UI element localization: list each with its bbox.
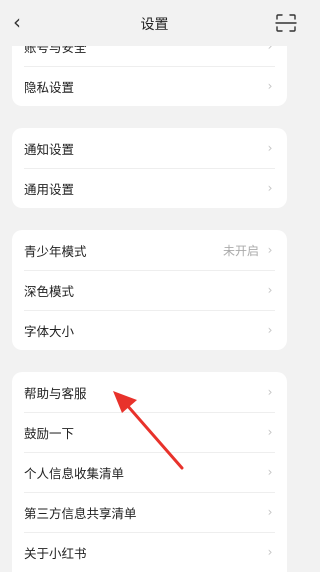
settings-item-label: 个人信息收集清单 (24, 465, 125, 481)
settings-item-value: 未开启 (222, 243, 259, 258)
settings-item-personal-info-list[interactable]: 个人信息收集清单 › (12, 452, 287, 492)
settings-item-privacy[interactable]: 隐私设置 › (12, 66, 287, 106)
settings-item-label: 隐私设置 (24, 79, 75, 95)
scan-icon[interactable] (275, 13, 297, 33)
settings-item-label: 通用设置 (24, 181, 75, 197)
chevron-right-icon: › (267, 79, 273, 93)
settings-item-dark-mode[interactable]: 深色模式 › (12, 270, 287, 310)
settings-item-label: 关于小红书 (24, 545, 87, 561)
chevron-right-icon: › (267, 385, 273, 399)
chevron-right-icon: › (267, 243, 273, 257)
settings-item-about[interactable]: 关于小红书 › (12, 532, 287, 572)
chevron-right-icon: › (267, 425, 273, 439)
settings-item-help[interactable]: 帮助与客服 › (12, 372, 287, 412)
chevron-right-icon: › (267, 545, 273, 559)
settings-group-support: 帮助与客服 › 鼓励一下 › 个人信息收集清单 › 第三方信息共享清单 › 关于… (12, 372, 287, 572)
settings-group-display: 青少年模式 未开启 › 深色模式 › 字体大小 › (12, 230, 287, 350)
settings-item-label: 第三方信息共享清单 (24, 505, 137, 521)
settings-item-label: 通知设置 (24, 141, 75, 157)
chevron-right-icon: › (267, 141, 273, 155)
settings-item-label: 帮助与客服 (24, 385, 87, 401)
settings-item-general[interactable]: 通用设置 › (12, 168, 287, 208)
chevron-right-icon: › (267, 323, 273, 337)
settings-item-third-party-list[interactable]: 第三方信息共享清单 › (12, 492, 287, 532)
chevron-right-icon: › (267, 181, 273, 195)
settings-item-notifications[interactable]: 通知设置 › (12, 128, 287, 168)
settings-item-font-size[interactable]: 字体大小 › (12, 310, 287, 350)
chevron-right-icon: › (267, 505, 273, 519)
settings-item-label: 字体大小 (24, 323, 75, 339)
settings-group-notifications: 通知设置 › 通用设置 › (12, 128, 287, 208)
settings-item-label: 青少年模式 (24, 243, 87, 259)
settings-item-rate[interactable]: 鼓励一下 › (12, 412, 287, 452)
page-title: 设置 (140, 17, 169, 33)
settings-item-label: 深色模式 (24, 283, 75, 299)
settings-item-teen-mode[interactable]: 青少年模式 未开启 › (12, 230, 287, 270)
chevron-right-icon: › (267, 283, 273, 297)
settings-scroll-area[interactable]: 账号与安全 › 隐私设置 › 通知设置 › 通用设置 › 青少年模式 未开启 ›… (0, 0, 309, 572)
settings-item-label: 鼓励一下 (24, 425, 75, 441)
chevron-right-icon: › (267, 465, 273, 479)
navigation-bar: ‹ 设置 (0, 0, 309, 46)
